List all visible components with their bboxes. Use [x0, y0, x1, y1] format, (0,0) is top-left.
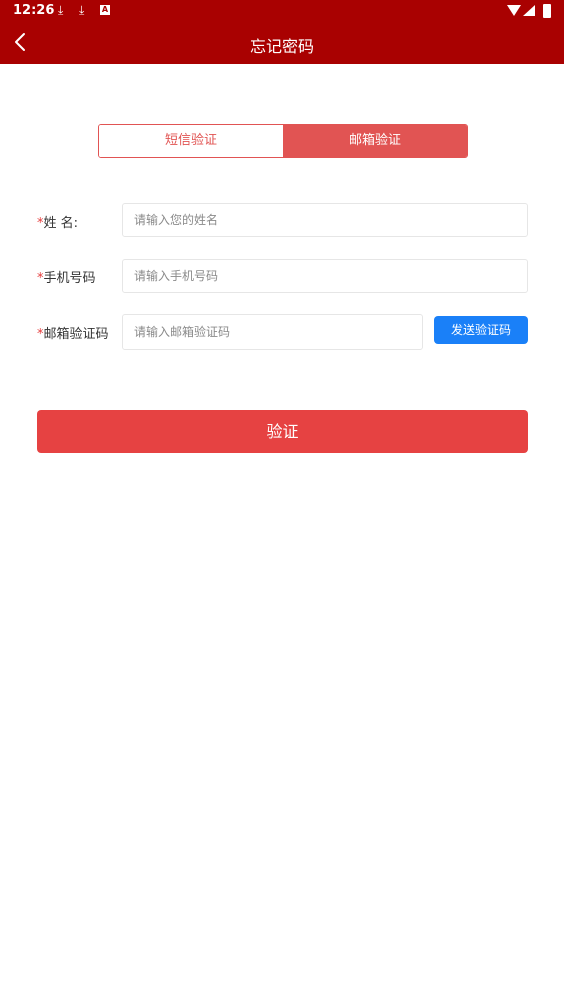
verify-method-tabs: 短信验证 邮箱验证: [98, 124, 468, 158]
download-icon: ⤓: [79, 3, 85, 17]
verify-button[interactable]: 验证: [37, 410, 528, 453]
name-field: [122, 203, 528, 237]
name-label: *姓 名:: [37, 212, 78, 231]
name-label-text: 姓 名:: [43, 216, 79, 231]
email-code-input[interactable]: [123, 315, 422, 349]
phone-input[interactable]: [123, 260, 527, 292]
status-time: 12:26: [13, 3, 55, 18]
name-input[interactable]: [123, 204, 527, 236]
header-bar: 忘记密码: [0, 24, 564, 64]
page-title: 忘记密码: [249, 37, 314, 56]
wifi-icon: [507, 5, 521, 16]
phone-field: [122, 259, 528, 293]
tab-email-verify[interactable]: 邮箱验证: [283, 125, 467, 157]
download-icon: ⤓: [58, 3, 64, 17]
battery-icon: [543, 4, 551, 18]
signal-icon: [523, 5, 535, 16]
email-code-label-text: 邮箱验证码: [43, 327, 109, 342]
phone-label-text: 手机号码: [43, 271, 96, 286]
phone-label: *手机号码: [37, 267, 96, 286]
status-bar: 12:26 ⤓ ⤓ A: [0, 0, 564, 24]
a-icon: A: [100, 5, 110, 15]
tab-sms-verify[interactable]: 短信验证: [99, 125, 283, 157]
email-code-field: [122, 314, 423, 350]
send-code-button[interactable]: 发送验证码: [434, 316, 528, 344]
email-code-label: *邮箱验证码: [37, 323, 109, 342]
